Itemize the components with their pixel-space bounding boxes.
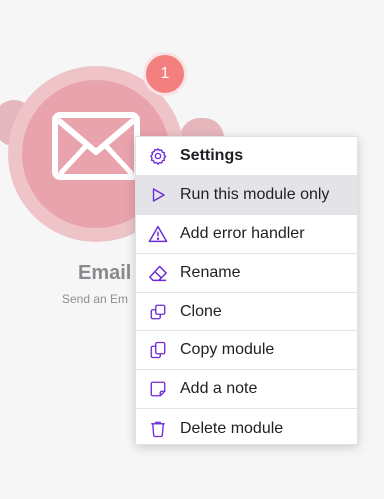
menu-item-add-error-handler[interactable]: Add error handler [136, 215, 357, 254]
menu-item-delete-module[interactable]: Delete module [136, 409, 357, 448]
menu-item-settings[interactable]: Settings [136, 137, 357, 176]
play-icon [148, 185, 168, 205]
menu-item-label: Copy module [180, 341, 275, 359]
menu-item-add-note[interactable]: Add a note [136, 370, 357, 410]
operations-badge: 1 [143, 52, 187, 96]
module-context-menu: Settings Run this module only Add error … [135, 136, 358, 445]
eraser-icon [148, 263, 168, 283]
module-subtitle: Send an Em [62, 292, 129, 306]
menu-item-label: Rename [180, 263, 241, 281]
menu-item-clone[interactable]: Clone [136, 293, 357, 332]
menu-item-label: Run this module only [180, 185, 330, 203]
warning-icon [148, 224, 168, 244]
gear-icon [148, 146, 168, 166]
menu-item-run-module[interactable]: Run this module only [136, 175, 357, 215]
clone-icon [148, 302, 168, 322]
menu-item-label: Add a note [180, 380, 258, 398]
menu-item-label: Add error handler [180, 224, 305, 242]
mail-icon [52, 112, 140, 180]
note-icon [148, 379, 168, 399]
menu-item-label: Settings [180, 146, 244, 164]
menu-item-rename[interactable]: Rename [136, 254, 357, 293]
copy-icon [148, 340, 168, 360]
trash-icon [148, 419, 168, 439]
menu-item-label: Delete module [180, 419, 284, 437]
module-title: Email [78, 262, 132, 284]
menu-item-label: Clone [180, 302, 222, 320]
menu-item-copy-module[interactable]: Copy module [136, 331, 357, 371]
